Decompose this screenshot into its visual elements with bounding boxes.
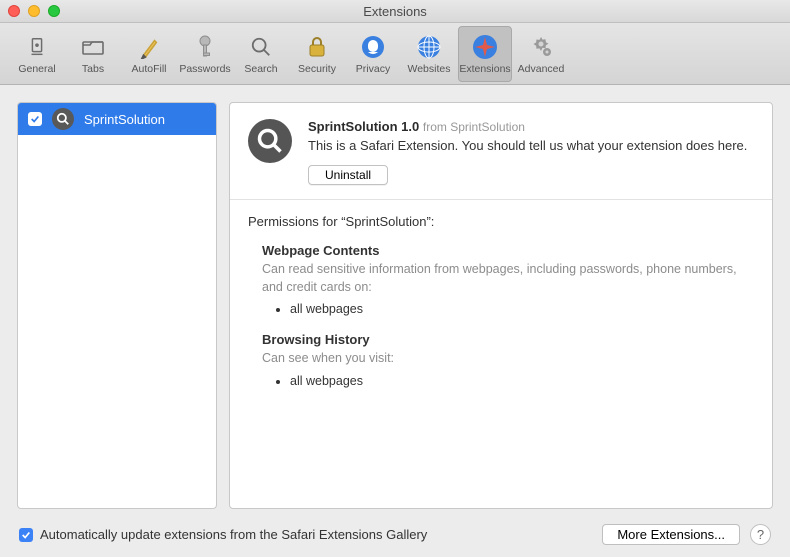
- extensions-sidebar: SprintSolution: [17, 102, 217, 509]
- detail-header: SprintSolution 1.0 from SprintSolution T…: [230, 103, 772, 200]
- extension-large-icon: [248, 119, 292, 163]
- privacy-icon: [359, 33, 387, 61]
- more-extensions-button[interactable]: More Extensions...: [602, 524, 740, 545]
- tab-autofill[interactable]: AutoFill: [122, 26, 176, 82]
- permission-heading: Webpage Contents: [262, 243, 754, 258]
- permission-list: all webpages: [290, 374, 754, 388]
- tab-passwords[interactable]: Passwords: [178, 26, 232, 82]
- permissions-title: Permissions for “SprintSolution”:: [248, 214, 754, 229]
- tab-label: Search: [244, 63, 277, 75]
- tab-label: Extensions: [459, 63, 510, 75]
- tab-security[interactable]: Security: [290, 26, 344, 82]
- footer: Automatically update extensions from the…: [17, 520, 773, 545]
- extensions-icon: [471, 33, 499, 61]
- tab-websites[interactable]: Websites: [402, 26, 456, 82]
- permission-heading: Browsing History: [262, 332, 754, 347]
- advanced-icon: [527, 33, 555, 61]
- permission-bullet: all webpages: [290, 374, 754, 388]
- check-icon: [21, 530, 31, 540]
- close-icon[interactable]: [8, 5, 20, 17]
- tab-label: Passwords: [179, 63, 230, 75]
- tab-extensions[interactable]: Extensions: [458, 26, 512, 82]
- passwords-icon: [191, 33, 219, 61]
- tab-label: AutoFill: [131, 63, 166, 75]
- extension-enabled-checkbox[interactable]: [28, 112, 42, 126]
- extension-title-row: SprintSolution 1.0 from SprintSolution: [308, 119, 754, 134]
- check-icon: [30, 114, 40, 124]
- extension-detail: SprintSolution 1.0 from SprintSolution T…: [229, 102, 773, 509]
- permission-list: all webpages: [290, 302, 754, 316]
- window-title: Extensions: [0, 4, 790, 19]
- maximize-icon[interactable]: [48, 5, 60, 17]
- extension-description: This is a Safari Extension. You should t…: [308, 137, 754, 155]
- tab-label: Tabs: [82, 63, 104, 75]
- general-icon: [23, 33, 51, 61]
- tab-search[interactable]: Search: [234, 26, 288, 82]
- tab-label: Security: [298, 63, 336, 75]
- websites-icon: [415, 33, 443, 61]
- sidebar-item-label: SprintSolution: [84, 112, 165, 127]
- titlebar: Extensions: [0, 0, 790, 23]
- tab-general[interactable]: General: [10, 26, 64, 82]
- tabs-icon: [79, 33, 107, 61]
- uninstall-button[interactable]: Uninstall: [308, 165, 388, 185]
- autofill-icon: [135, 33, 163, 61]
- permission-bullet: all webpages: [290, 302, 754, 316]
- permission-desc: Can read sensitive information from webp…: [262, 261, 754, 296]
- extension-name: SprintSolution 1.0: [308, 119, 419, 134]
- detail-info: SprintSolution 1.0 from SprintSolution T…: [308, 119, 754, 185]
- panels: SprintSolution SprintSolution 1.0 from S…: [17, 102, 773, 509]
- tab-advanced[interactable]: Advanced: [514, 26, 568, 82]
- tab-label: Privacy: [356, 63, 390, 75]
- auto-update-row: Automatically update extensions from the…: [19, 527, 427, 542]
- magnify-icon: [256, 127, 284, 155]
- tab-tabs[interactable]: Tabs: [66, 26, 120, 82]
- auto-update-label: Automatically update extensions from the…: [40, 527, 427, 542]
- permission-group-webpage-contents: Webpage Contents Can read sensitive info…: [262, 243, 754, 316]
- permissions-section: Permissions for “SprintSolution”: Webpag…: [230, 200, 772, 418]
- from-prefix: from: [423, 120, 447, 134]
- extension-author: SprintSolution: [450, 120, 525, 134]
- tab-label: General: [18, 63, 55, 75]
- extension-icon: [52, 108, 74, 130]
- security-icon: [303, 33, 331, 61]
- footer-right: More Extensions... ?: [602, 524, 771, 545]
- content-area: SprintSolution SprintSolution 1.0 from S…: [0, 85, 790, 557]
- magnify-icon: [56, 112, 70, 126]
- tab-label: Advanced: [518, 63, 565, 75]
- tab-label: Websites: [408, 63, 451, 75]
- window-controls: [8, 5, 60, 17]
- sidebar-item-sprintsolution[interactable]: SprintSolution: [18, 103, 216, 135]
- auto-update-checkbox[interactable]: [19, 528, 33, 542]
- search-icon: [247, 33, 275, 61]
- permission-group-browsing-history: Browsing History Can see when you visit:…: [262, 332, 754, 388]
- minimize-icon[interactable]: [28, 5, 40, 17]
- permission-desc: Can see when you visit:: [262, 350, 754, 368]
- preferences-toolbar: General Tabs AutoFill Passwords Search S…: [0, 23, 790, 85]
- tab-privacy[interactable]: Privacy: [346, 26, 400, 82]
- help-button[interactable]: ?: [750, 524, 771, 545]
